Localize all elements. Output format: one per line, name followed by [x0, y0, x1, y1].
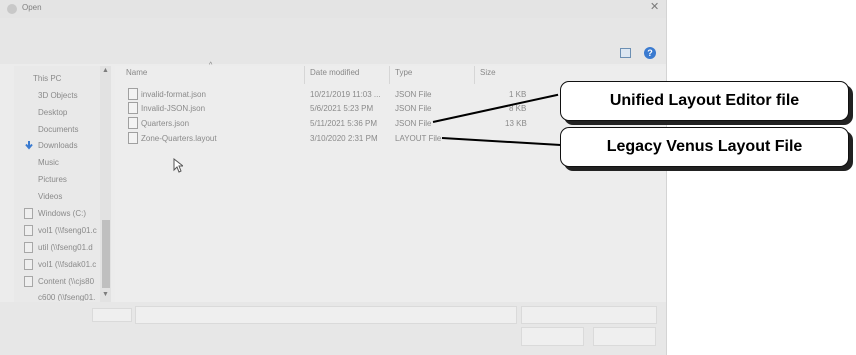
help-icon[interactable]: ?	[644, 47, 656, 59]
sidebar-item-vol1-fsdak01[interactable]: vol1 (\\fsdak01.c	[38, 260, 100, 269]
mouse-cursor-icon	[173, 158, 183, 173]
file-type: JSON File	[395, 104, 432, 113]
sidebar-item-windows-c[interactable]: Windows (C:)	[38, 209, 100, 218]
sidebar-item-downloads[interactable]: Downloads	[38, 141, 98, 150]
file-size: 1 KB	[509, 90, 527, 99]
sidebar-item-3d-objects[interactable]: 3D Objects	[38, 91, 98, 100]
unified-layout-callout-text: Unified Layout Editor file	[609, 92, 800, 109]
window-title: Open	[22, 3, 42, 12]
file-icon	[128, 132, 138, 144]
open-file-dialog: Open ✕ ? ▲ ▼ This PC 3D Objects Desktop …	[0, 0, 667, 355]
file-date: 10/21/2019 11:03 ...	[310, 90, 381, 99]
column-header-type[interactable]: Type	[395, 68, 412, 77]
sidebar-item-desktop[interactable]: Desktop	[38, 108, 98, 117]
file-icon	[128, 102, 138, 114]
file-name[interactable]: Invalid-JSON.json	[141, 104, 205, 113]
column-divider[interactable]	[389, 66, 390, 84]
file-date: 3/10/2020 2:31 PM	[310, 134, 378, 143]
file-date: 5/6/2021 5:23 PM	[310, 104, 374, 113]
sidebar-item-documents[interactable]: Documents	[38, 125, 98, 134]
file-name-label	[92, 308, 132, 322]
sort-ascending-icon: ^	[209, 62, 213, 69]
network-drive-icon	[24, 225, 33, 236]
file-name-input[interactable]	[135, 306, 517, 324]
download-arrow-icon	[25, 141, 33, 150]
sidebar-item-vol1-fseng01[interactable]: vol1 (\\fseng01.c	[38, 226, 100, 235]
unified-layout-callout: Unified Layout Editor file	[560, 81, 849, 121]
column-header-size[interactable]: Size	[480, 68, 496, 77]
file-name[interactable]: Zone-Quarters.layout	[141, 134, 217, 143]
title-bar: Open ✕	[0, 0, 666, 18]
file-type: JSON File	[395, 119, 432, 128]
cancel-button[interactable]	[593, 327, 656, 346]
sidebar-item-this-pc[interactable]: This PC	[33, 74, 98, 83]
scroll-down-icon[interactable]: ▼	[102, 291, 109, 298]
file-type: LAYOUT File	[395, 134, 442, 143]
file-name[interactable]: Quarters.json	[141, 119, 189, 128]
network-drive-icon	[24, 242, 33, 253]
network-drive-icon	[24, 276, 33, 287]
sidebar-item-videos[interactable]: Videos	[38, 192, 98, 201]
file-type: JSON File	[395, 90, 432, 99]
file-date: 5/11/2021 5:36 PM	[310, 119, 378, 128]
address-toolbar	[0, 18, 666, 64]
column-divider[interactable]	[304, 66, 305, 84]
sidebar-item-c600-fseng01[interactable]: c600 (\\fseng01.	[38, 293, 100, 301]
legacy-layout-callout-text: Legacy Venus Layout File	[606, 138, 803, 155]
column-header-date[interactable]: Date modified	[310, 68, 359, 77]
close-icon[interactable]: ✕	[650, 0, 659, 13]
change-view-icon[interactable]	[620, 48, 631, 58]
file-size: 13 KB	[505, 119, 527, 128]
file-icon	[128, 117, 138, 129]
file-icon	[128, 88, 138, 100]
open-button[interactable]	[521, 327, 584, 346]
column-header-name[interactable]: Name	[126, 68, 147, 77]
nav-scrollbar-thumb[interactable]	[102, 220, 110, 288]
drive-icon	[24, 208, 33, 219]
scroll-up-icon[interactable]: ▲	[102, 67, 109, 74]
network-drive-icon	[24, 259, 33, 270]
sidebar-item-content-cjs80[interactable]: Content (\\cjs80	[38, 277, 100, 286]
sidebar-item-util-fseng01[interactable]: util (\\fseng01.d	[38, 243, 100, 252]
app-icon	[7, 4, 17, 14]
sidebar-item-music[interactable]: Music	[38, 158, 98, 167]
sidebar-item-pictures[interactable]: Pictures	[38, 175, 98, 184]
file-type-select[interactable]	[521, 306, 657, 324]
file-name[interactable]: invalid-format.json	[141, 90, 206, 99]
legacy-layout-callout: Legacy Venus Layout File	[560, 127, 849, 167]
column-divider[interactable]	[474, 66, 475, 84]
